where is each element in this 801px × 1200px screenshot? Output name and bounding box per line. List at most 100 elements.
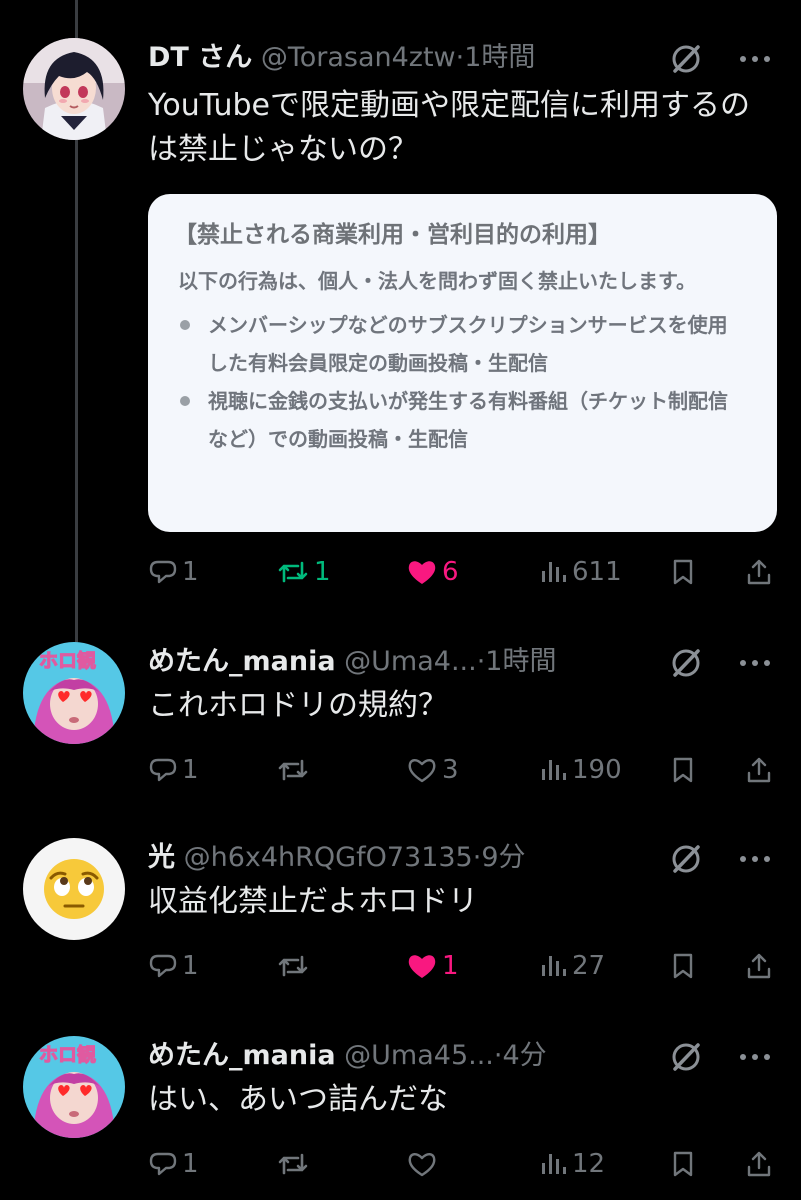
avatar[interactable] bbox=[23, 838, 125, 940]
more-options-icon[interactable] bbox=[735, 842, 775, 876]
bookmark-icon bbox=[673, 1151, 693, 1177]
grok-icon[interactable] bbox=[669, 42, 703, 76]
separator-dot: · bbox=[455, 42, 465, 73]
reply-icon bbox=[149, 758, 177, 782]
retweet-button[interactable] bbox=[276, 750, 314, 790]
more-options-icon[interactable] bbox=[735, 646, 775, 680]
view-count: 27 bbox=[572, 951, 606, 981]
avatar[interactable]: ホロ観 bbox=[23, 1036, 125, 1138]
bookmark-button[interactable] bbox=[668, 946, 698, 986]
avatar[interactable] bbox=[23, 38, 125, 140]
tweet-text: YouTubeで限定動画や限定配信に利用するのは禁止じゃないの？ bbox=[148, 88, 750, 167]
user-handle[interactable]: @Uma4... bbox=[344, 646, 477, 677]
share-icon bbox=[747, 757, 771, 783]
more-options-icon[interactable] bbox=[735, 1040, 775, 1074]
reply-icon bbox=[149, 1152, 177, 1176]
share-button[interactable] bbox=[744, 1144, 774, 1184]
bookmark-icon bbox=[673, 953, 693, 979]
views-icon bbox=[542, 760, 566, 780]
like-button[interactable]: 1 bbox=[406, 946, 459, 986]
like-button[interactable]: 6 bbox=[406, 552, 459, 592]
retweet-icon bbox=[278, 759, 308, 781]
bookmark-button[interactable] bbox=[668, 750, 698, 790]
tweet-text: 収益化禁止だよホロドリ bbox=[148, 884, 478, 919]
like-button[interactable]: 3 bbox=[406, 750, 459, 790]
retweet-button[interactable] bbox=[276, 946, 314, 986]
like-count: 6 bbox=[442, 557, 459, 587]
retweet-count: 1 bbox=[314, 557, 331, 587]
tweet-text: これホロドリの規約？ bbox=[148, 688, 448, 723]
tweet-text: はい、あいつ詰んだな bbox=[148, 1082, 448, 1117]
views-button[interactable]: 27 bbox=[538, 946, 605, 986]
share-button[interactable] bbox=[744, 552, 774, 592]
separator-dot: · bbox=[476, 646, 486, 677]
reply-count: 1 bbox=[182, 1149, 199, 1179]
share-button[interactable] bbox=[744, 750, 774, 790]
share-icon bbox=[747, 1151, 771, 1177]
views-icon bbox=[542, 562, 566, 582]
share-icon bbox=[747, 953, 771, 979]
like-count: 1 bbox=[442, 951, 459, 981]
card-bullet: 視聴に金銭の支払いが発生する有料番組（チケット制配信など）での動画投稿・生配信 bbox=[178, 382, 747, 458]
views-button[interactable]: 190 bbox=[538, 750, 622, 790]
user-handle[interactable]: @Uma45... bbox=[344, 1040, 494, 1071]
timestamp[interactable]: 9分 bbox=[481, 842, 525, 873]
attached-image-card[interactable]: 【禁止される商業利用・営利目的の利用】 以下の行為は、個人・法人を問わず固く禁止… bbox=[148, 194, 777, 532]
tweet[interactable]: 光 @h6x4hRQGfO73135·9分 収益化禁止だよホロドリ 1 1 27 bbox=[0, 838, 801, 988]
timestamp[interactable]: 1時間 bbox=[485, 646, 556, 677]
avatar-badge: ホロ観 bbox=[38, 1044, 97, 1067]
heart-filled-icon bbox=[408, 955, 436, 978]
card-intro: 以下の行為は、個人・法人を問わず固く禁止いたします。 bbox=[178, 269, 696, 293]
retweet-button[interactable]: 1 bbox=[276, 552, 331, 592]
display-name[interactable]: DT さん bbox=[148, 42, 252, 73]
reply-button[interactable]: 1 bbox=[148, 552, 199, 592]
card-title: 【禁止される商業利用・営利目的の利用】 bbox=[174, 222, 611, 248]
heart-outline-icon bbox=[408, 759, 436, 783]
grok-icon[interactable] bbox=[669, 1040, 703, 1074]
timestamp[interactable]: 1時間 bbox=[464, 42, 535, 73]
tweet[interactable]: ホロ観 めたん_mania @Uma45...·4分 はい、あいつ詰んだな 1 … bbox=[0, 1036, 801, 1200]
views-icon bbox=[542, 956, 566, 976]
grok-icon[interactable] bbox=[669, 842, 703, 876]
card-bullet: メンバーシップなどのサブスクリプションサービスを使用した有料会員限定の動画投稿・… bbox=[178, 306, 747, 382]
avatar[interactable]: ホロ観 bbox=[23, 642, 125, 744]
bookmark-button[interactable] bbox=[668, 552, 698, 592]
retweet-icon bbox=[278, 1153, 308, 1175]
views-button[interactable]: 12 bbox=[538, 1144, 605, 1184]
reply-count: 1 bbox=[182, 557, 199, 587]
avatar-badge: ホロ観 bbox=[38, 650, 97, 673]
like-button[interactable] bbox=[406, 1144, 442, 1184]
view-count: 12 bbox=[572, 1149, 606, 1179]
bookmark-icon bbox=[673, 559, 693, 585]
grok-icon[interactable] bbox=[669, 646, 703, 680]
timestamp[interactable]: 4分 bbox=[502, 1040, 546, 1071]
heart-filled-icon bbox=[408, 561, 436, 584]
view-count: 611 bbox=[572, 557, 622, 587]
user-handle[interactable]: @h6x4hRQGfO73135 bbox=[184, 842, 473, 873]
user-handle[interactable]: @Torasan4ztw bbox=[261, 42, 456, 73]
tweet[interactable]: ホロ観 めたん_mania @Uma4...·1時間 これホロドリの規約？ 1 … bbox=[0, 642, 801, 792]
display-name[interactable]: めたん_mania bbox=[148, 1040, 336, 1071]
retweet-icon bbox=[278, 955, 308, 977]
more-options-icon[interactable] bbox=[735, 42, 775, 76]
bookmark-icon bbox=[673, 757, 693, 783]
retweet-icon bbox=[278, 561, 308, 583]
reply-icon bbox=[149, 954, 177, 978]
like-count: 3 bbox=[442, 755, 459, 785]
display-name[interactable]: 光 bbox=[148, 842, 175, 873]
reply-button[interactable]: 1 bbox=[148, 750, 199, 790]
share-button[interactable] bbox=[744, 946, 774, 986]
tweet[interactable]: DT さん @Torasan4ztw·1時間 YouTubeで限定動画や限定配信… bbox=[0, 38, 801, 598]
reply-button[interactable]: 1 bbox=[148, 946, 199, 986]
reply-count: 1 bbox=[182, 755, 199, 785]
display-name[interactable]: めたん_mania bbox=[148, 646, 336, 677]
view-count: 190 bbox=[572, 755, 622, 785]
retweet-button[interactable] bbox=[276, 1144, 314, 1184]
views-icon bbox=[542, 1154, 566, 1174]
heart-outline-icon bbox=[408, 1153, 436, 1177]
share-icon bbox=[747, 559, 771, 585]
views-button[interactable]: 611 bbox=[538, 552, 622, 592]
bookmark-button[interactable] bbox=[668, 1144, 698, 1184]
reply-icon bbox=[149, 560, 177, 584]
reply-button[interactable]: 1 bbox=[148, 1144, 199, 1184]
